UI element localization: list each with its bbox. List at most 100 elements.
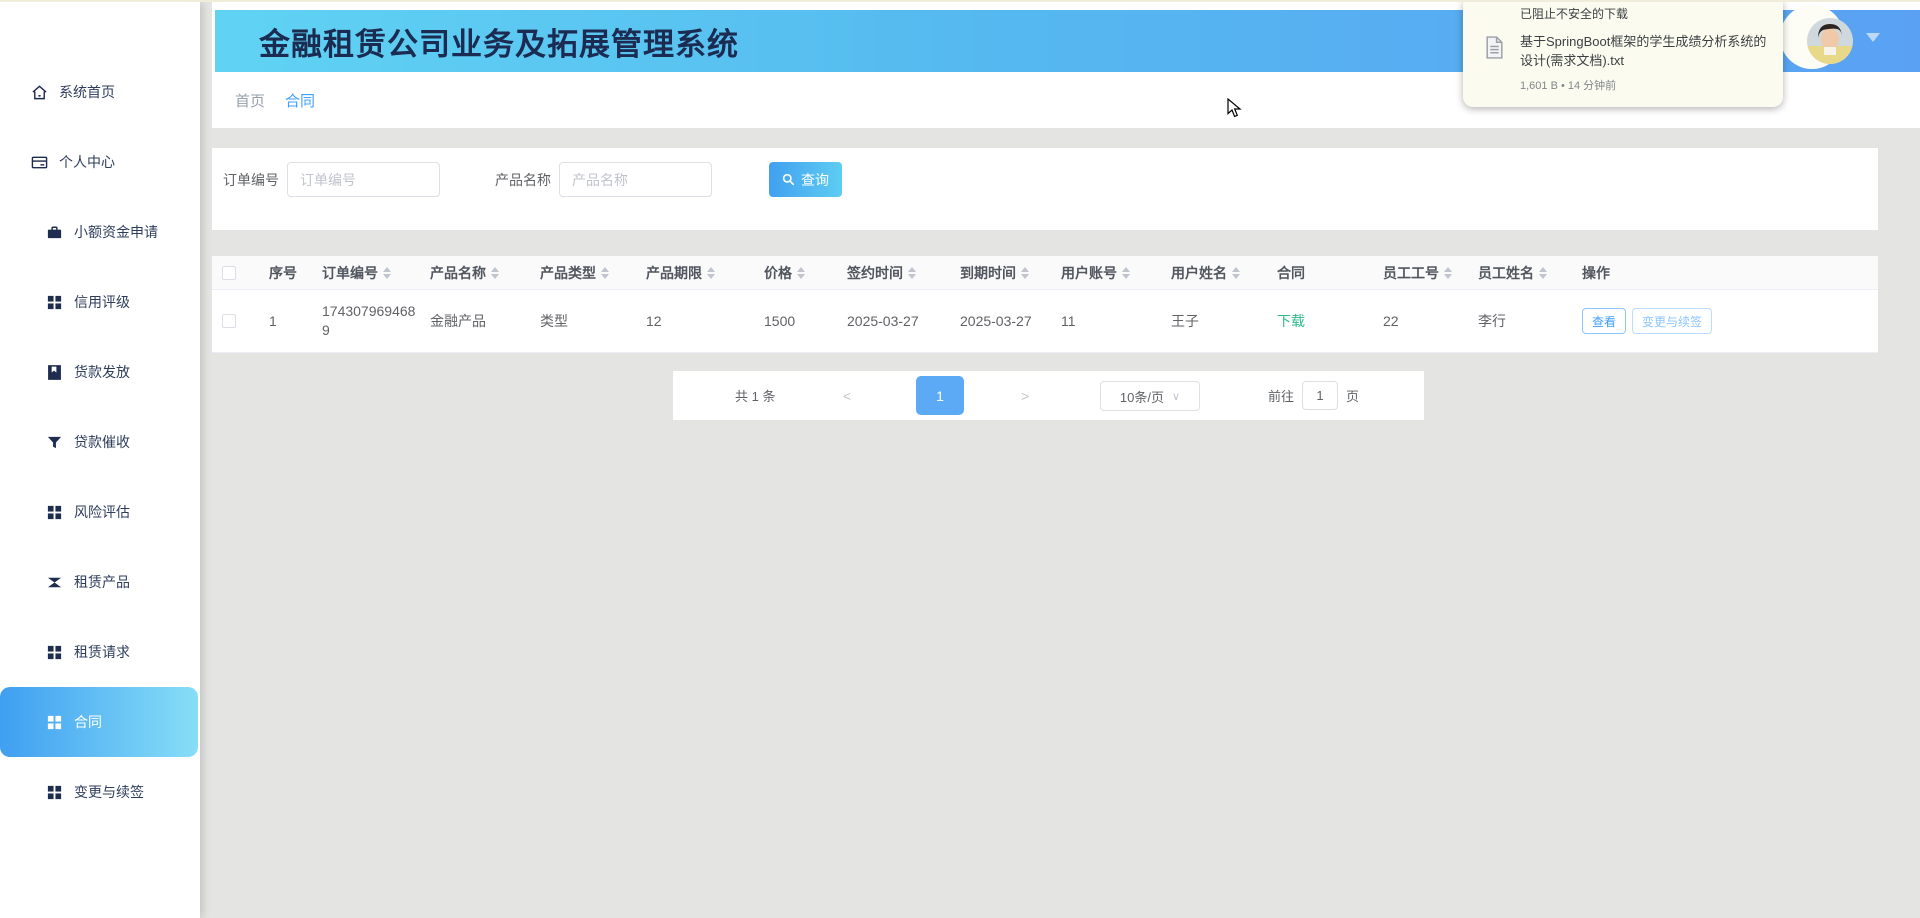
cell-到期时间: 2025-03-27 xyxy=(950,290,1051,352)
top-edge-line xyxy=(0,0,1920,2)
cell-员工姓名: 李行 xyxy=(1468,290,1572,352)
download-notification: 已阻止不安全的下载 基于SpringBoot框架的学生成绩分析系统的设计(需求文… xyxy=(1463,0,1783,107)
sort-carets-icon[interactable] xyxy=(1444,267,1452,279)
column-header-订单编号[interactable]: 订单编号 xyxy=(312,256,420,289)
tab-home[interactable]: 首页 xyxy=(235,90,265,111)
sort-carets-icon[interactable] xyxy=(601,267,609,279)
page: 系统首页个人中心小额资金申请信用评级货款发放贷款催收风险评估租赁产品租赁请求合同… xyxy=(0,0,1920,918)
cell-value: 11 xyxy=(1061,312,1076,331)
grid-icon xyxy=(45,783,63,801)
sort-carets-icon[interactable] xyxy=(1122,267,1130,279)
cell-操作: 查看变更与续签 xyxy=(1572,290,1878,352)
column-label: 产品类型 xyxy=(540,263,596,283)
prev-page-button[interactable]: < xyxy=(843,388,851,404)
select-all-checkbox[interactable] xyxy=(222,266,236,280)
notebook-icon xyxy=(45,363,63,381)
sidebar-item-label: 个人中心 xyxy=(59,152,115,172)
sidebar-item-变更与续签[interactable]: 变更与续签 xyxy=(0,757,200,827)
column-label: 序号 xyxy=(269,263,297,283)
page-size-select[interactable]: 10条/页 ∨ xyxy=(1100,381,1200,411)
grid-icon xyxy=(45,643,63,661)
briefcase-icon xyxy=(45,223,63,241)
column-header-产品类型[interactable]: 产品类型 xyxy=(530,256,636,289)
page-number-button[interactable]: 1 xyxy=(916,376,964,415)
change-renew-button[interactable]: 变更与续签 xyxy=(1632,308,1712,334)
avatar-photo xyxy=(1807,18,1853,64)
column-label: 操作 xyxy=(1582,263,1610,283)
column-header-产品名称[interactable]: 产品名称 xyxy=(420,256,530,289)
cell-序号: 1 xyxy=(259,290,312,352)
download-contract-link[interactable]: 下载 xyxy=(1277,311,1305,331)
sidebar-item-合同[interactable]: 合同 xyxy=(0,687,198,757)
sort-carets-icon[interactable] xyxy=(1021,267,1029,279)
cell-value: 1743079694689 xyxy=(322,302,420,340)
column-header-操作: 操作 xyxy=(1572,256,1878,289)
column-label: 用户账号 xyxy=(1061,263,1117,283)
column-header-到期时间[interactable]: 到期时间 xyxy=(950,256,1051,289)
chevron-down-icon[interactable] xyxy=(1866,33,1880,42)
sidebar-item-系统首页[interactable]: 系统首页 xyxy=(0,57,200,127)
view-button[interactable]: 查看 xyxy=(1582,308,1626,334)
sidebar-item-小额资金申请[interactable]: 小额资金申请 xyxy=(0,197,200,267)
sidebar-item-租赁产品[interactable]: 租赁产品 xyxy=(0,547,200,617)
cell-value: 王子 xyxy=(1171,312,1199,331)
cell-签约时间: 2025-03-27 xyxy=(837,290,950,352)
column-label: 价格 xyxy=(764,263,792,283)
table-header-row: 序号订单编号产品名称 产品类型 产品期限价格 签约时间到期时间用户账号 用户姓名 合同 员工… xyxy=(212,256,1878,290)
download-blocked-title: 已阻止不安全的下载 xyxy=(1520,5,1628,22)
query-button[interactable]: 查询 xyxy=(769,162,842,197)
header-actions xyxy=(1770,2,1920,72)
sidebar-item-label: 合同 xyxy=(74,712,102,732)
sort-carets-icon[interactable] xyxy=(707,267,715,279)
sidebar-item-label: 租赁请求 xyxy=(74,642,130,662)
sort-carets-icon[interactable] xyxy=(1539,267,1547,279)
column-header-员工姓名[interactable]: 员工姓名 xyxy=(1468,256,1572,289)
column-header-合同: 合同 xyxy=(1267,256,1373,289)
film-icon xyxy=(45,573,63,591)
column-label: 员工姓名 xyxy=(1478,263,1534,283)
goto-page-input[interactable] xyxy=(1302,381,1338,410)
sort-carets-icon[interactable] xyxy=(491,267,499,279)
next-page-button[interactable]: > xyxy=(1021,388,1029,404)
sort-carets-icon[interactable] xyxy=(1232,267,1240,279)
sidebar-item-label: 租赁产品 xyxy=(74,572,130,592)
column-label: 产品名称 xyxy=(430,263,486,283)
funnel-icon xyxy=(45,433,63,451)
column-label: 合同 xyxy=(1277,263,1305,283)
column-header-员工工号[interactable]: 员工工号 xyxy=(1373,256,1468,289)
column-label: 员工工号 xyxy=(1383,263,1439,283)
grid-icon xyxy=(45,713,63,731)
sidebar-item-风险评估[interactable]: 风险评估 xyxy=(0,477,200,547)
column-header-产品期限[interactable]: 产品期限 xyxy=(636,256,754,289)
column-header-用户账号[interactable]: 用户账号 xyxy=(1051,256,1161,289)
column-header-签约时间[interactable]: 签约时间 xyxy=(837,256,950,289)
avatar[interactable] xyxy=(1807,18,1853,64)
sidebar-item-label: 贷款催收 xyxy=(74,432,130,452)
sidebar-item-个人中心[interactable]: 个人中心 xyxy=(0,127,200,197)
sidebar-item-信用评级[interactable]: 信用评级 xyxy=(0,267,200,337)
grid-icon xyxy=(45,503,63,521)
sort-carets-icon[interactable] xyxy=(383,267,391,279)
sidebar-item-租赁请求[interactable]: 租赁请求 xyxy=(0,617,200,687)
tab-contract[interactable]: 合同 xyxy=(285,90,315,111)
column-header-用户姓名[interactable]: 用户姓名 xyxy=(1161,256,1267,289)
column-label: 用户姓名 xyxy=(1171,263,1227,283)
product-name-input[interactable] xyxy=(559,162,712,197)
sidebar-item-label: 系统首页 xyxy=(59,82,115,102)
sidebar-item-label: 风险评估 xyxy=(74,502,130,522)
cell-value: 12 xyxy=(646,312,662,331)
page-title: 金融租赁公司业务及拓展管理系统 xyxy=(259,19,739,64)
header-checkbox-cell xyxy=(212,256,259,289)
sidebar-item-货款发放[interactable]: 货款发放 xyxy=(0,337,200,407)
search-card: 订单编号 产品名称 查询 xyxy=(212,148,1878,230)
sidebar-item-贷款催收[interactable]: 贷款催收 xyxy=(0,407,200,477)
column-header-价格[interactable]: 价格 xyxy=(754,256,837,289)
sort-carets-icon[interactable] xyxy=(908,267,916,279)
download-file-name[interactable]: 基于SpringBoot框架的学生成绩分析系统的设计(需求文档).txt xyxy=(1520,32,1768,70)
row-checkbox[interactable] xyxy=(222,314,236,328)
order-no-input[interactable] xyxy=(287,162,440,197)
sort-carets-icon[interactable] xyxy=(797,267,805,279)
cell-value: 2025-03-27 xyxy=(960,312,1032,331)
product-name-label: 产品名称 xyxy=(495,170,551,190)
search-icon xyxy=(782,173,795,186)
